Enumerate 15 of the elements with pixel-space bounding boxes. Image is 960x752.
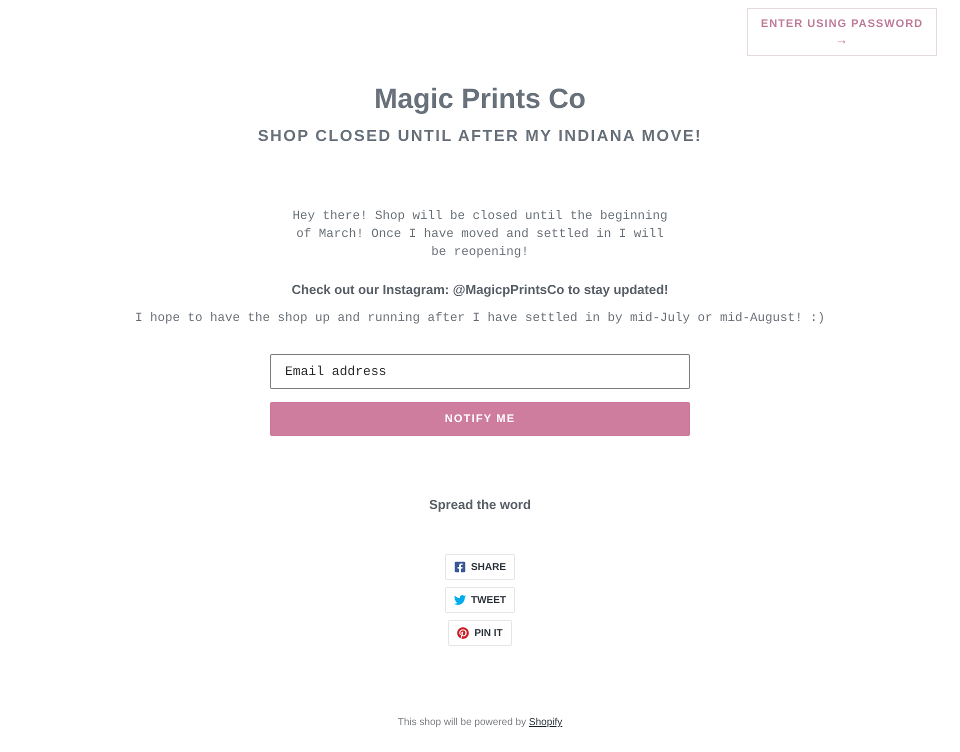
facebook-icon [454, 561, 466, 573]
intro-text: Hey there! Shop will be closed until the beginning of March! Once I have moved and settled in I will be reopening! [291, 208, 669, 261]
footer-text: This shop will be powered by Shopify [398, 716, 562, 730]
share-button[interactable]: TWEET [444, 587, 515, 613]
instagram-text: Check out our Instagram: @MagicpPrintsCo to stay updated! [292, 281, 668, 299]
shopify-link[interactable]: Shopify [528, 717, 562, 728]
email-field[interactable]: Email address [270, 354, 690, 389]
bird-icon [454, 594, 466, 606]
pinterest-icon [457, 627, 470, 639]
shop-title: Magic Prints Co [374, 82, 586, 116]
reopening-note: I hope to have the shop up and running after I have settled in by mid-July or mid-August! :) [134, 310, 826, 327]
share-button[interactable]: SHARE [444, 554, 515, 580]
shop-subtitle: SHOP CLOSED UNTIL AFTER MY INDIANA MOVE! [258, 127, 702, 147]
share-button[interactable]: PIN IT [448, 620, 512, 646]
share-heading: Spread the word [429, 496, 531, 514]
